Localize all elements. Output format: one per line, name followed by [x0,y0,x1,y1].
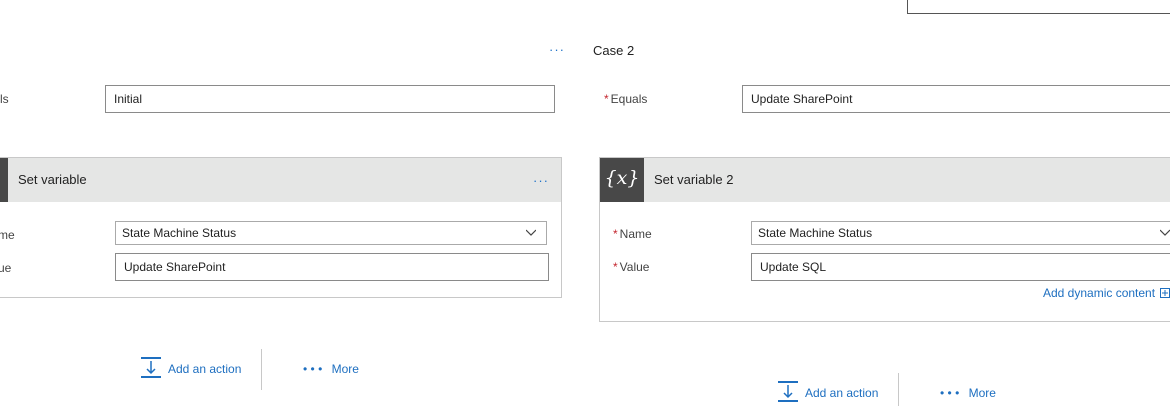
case1-equals-label: ls [0,92,9,106]
case2-equals-input[interactable]: Update SharePoint [742,85,1170,113]
variable-icon: {x} [600,158,644,202]
dropdown-panel [907,0,1170,14]
case1-more-label: More [331,362,359,376]
add-dynamic-content-link[interactable]: Add dynamic content [1043,286,1170,300]
case2-card-header[interactable]: {x} Set variable 2 [600,158,1170,202]
action-divider [898,373,899,406]
case1-name-value: State Machine Status [122,226,237,240]
case2-card-title: Set variable 2 [654,172,734,187]
add-action-icon[interactable] [140,356,162,380]
case2-more-button[interactable]: • • • More [940,386,996,400]
case1-card-menu-button[interactable]: ··· [533,174,549,187]
chevron-down-icon [1160,229,1170,236]
required-mark: * [604,92,609,106]
case2-name-text: Name [619,227,652,241]
case1-card-header[interactable]: Set variable ··· [0,158,561,202]
case2-value-text: Value [619,260,650,274]
action-divider [261,349,262,390]
case1-add-action-link[interactable]: Add an action [168,362,241,376]
case1-value-label: ue [0,261,12,275]
required-mark: * [613,227,618,241]
variable-icon [0,158,8,202]
required-mark: * [613,260,618,274]
add-action-icon[interactable] [777,380,799,404]
case2-value-label: * Value [613,260,649,274]
variable-icon-glyph: {x} [604,167,640,189]
case2-equals-text: Equals [610,92,648,106]
case2-set-variable-card: {x} Set variable 2 * Name State Machine S… [599,157,1170,322]
case2-value-input[interactable]: Update SQL [751,253,1170,281]
case2-more-label: More [968,386,996,400]
case-menu-button[interactable]: ··· [549,43,565,56]
case1-value-input[interactable]: Update SharePoint [115,253,549,281]
more-dots-icon: • • • [940,386,960,400]
case1-set-variable-card: Set variable ··· me State Machine Status… [0,157,562,298]
add-dynamic-content-label: Add dynamic content [1043,286,1156,300]
case2-add-action-link[interactable]: Add an action [805,386,878,400]
add-content-icon [1160,288,1170,298]
chevron-down-icon [526,229,536,236]
case2-title: Case 2 [593,43,635,58]
case2-equals-label: * Equals [604,92,647,106]
case1-more-button[interactable]: • • • More [303,362,359,376]
case2-name-label: * Name [613,227,652,241]
case1-name-select[interactable]: State Machine Status [115,221,547,245]
case1-name-label: me [0,228,15,242]
case1-equals-input[interactable]: Initial [105,85,555,113]
more-dots-icon: • • • [303,362,323,376]
case2-name-value: State Machine Status [758,226,873,240]
case2-name-select[interactable]: State Machine Status [751,221,1170,245]
case1-card-title: Set variable [18,172,87,187]
